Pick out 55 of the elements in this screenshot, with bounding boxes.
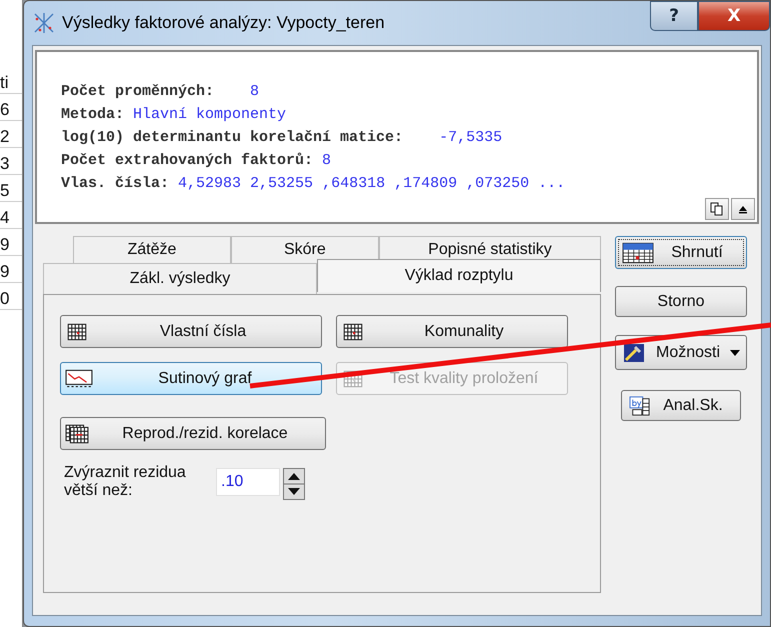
collapse-button[interactable]: [731, 198, 755, 220]
help-button[interactable]: ?: [650, 1, 698, 31]
sheet-cell: 9: [0, 261, 22, 283]
button[interactable]: Možnosti: [615, 335, 747, 370]
output-value: ,648318: [322, 175, 386, 192]
button[interactable]: Vlastní čísla: [60, 315, 322, 348]
output-value: 4,52983: [178, 175, 242, 192]
caret-icon: [730, 350, 740, 356]
table-icon: [65, 322, 89, 342]
sheet-cell: 5: [0, 180, 22, 202]
copy-button[interactable]: [705, 198, 729, 220]
output-value: -7,5335: [439, 129, 502, 146]
sheet-cell: 4: [0, 207, 22, 229]
tab[interactable]: Zákl. výsledky: [43, 263, 317, 294]
spin-button[interactable]: [283, 468, 305, 500]
up-arrow-icon: [738, 204, 748, 214]
sheet-cell: ti: [0, 72, 22, 94]
output-label: Metoda:: [61, 106, 124, 123]
output-value: 8: [322, 152, 332, 169]
output-value: Hlavní komponenty: [133, 106, 286, 123]
sheet-cell: 6: [0, 99, 22, 121]
button[interactable]: Storno: [615, 286, 747, 317]
output-value: ...: [538, 175, 566, 192]
by-group-icon: [628, 396, 652, 416]
output-label: Vlas. čísla:: [61, 175, 170, 192]
table-icon: [341, 322, 365, 342]
line-chart-icon: [65, 368, 93, 388]
tools-icon: [622, 342, 646, 362]
tables-icon: [65, 424, 89, 444]
output-value: 8: [250, 83, 260, 100]
tab[interactable]: Výklad rozptylu: [317, 259, 601, 292]
sheet-cell: 0: [0, 288, 22, 310]
residual-threshold-field[interactable]: .10: [216, 468, 280, 496]
button[interactable]: Komunality: [336, 315, 568, 348]
sheet-cell: 2: [0, 126, 22, 148]
tab[interactable]: Zátěže: [73, 236, 231, 263]
output-label: Počet proměnných:: [61, 83, 214, 100]
output-value: ,174809: [394, 175, 458, 192]
output-value: ,073250: [466, 175, 530, 192]
sheet-cell: 3: [0, 153, 22, 175]
output-value: 2,53255: [250, 175, 314, 192]
button[interactable]: Shrnutí: [615, 236, 747, 269]
copy-icon: [710, 202, 724, 216]
tab[interactable]: Skóre: [230, 236, 379, 263]
scatter-icon: [32, 11, 56, 35]
close-button[interactable]: X: [698, 1, 770, 31]
field-label: Zvýraznit rezidua větší než:: [64, 464, 187, 500]
sheet-cell: 9: [0, 234, 22, 256]
window-title: Výsledky faktorové analýzy: Vypocty_teren: [62, 13, 385, 33]
output-label: Počet extrahovaných faktorů:: [61, 152, 314, 169]
output-label: log(10) determinantu korelační matice:: [61, 129, 404, 146]
button[interactable]: Anal.Sk.: [621, 390, 741, 421]
summary-table-icon: [622, 242, 654, 264]
button[interactable]: Sutinový graf: [60, 362, 322, 395]
button[interactable]: Reprod./rezid. korelace: [60, 417, 326, 450]
